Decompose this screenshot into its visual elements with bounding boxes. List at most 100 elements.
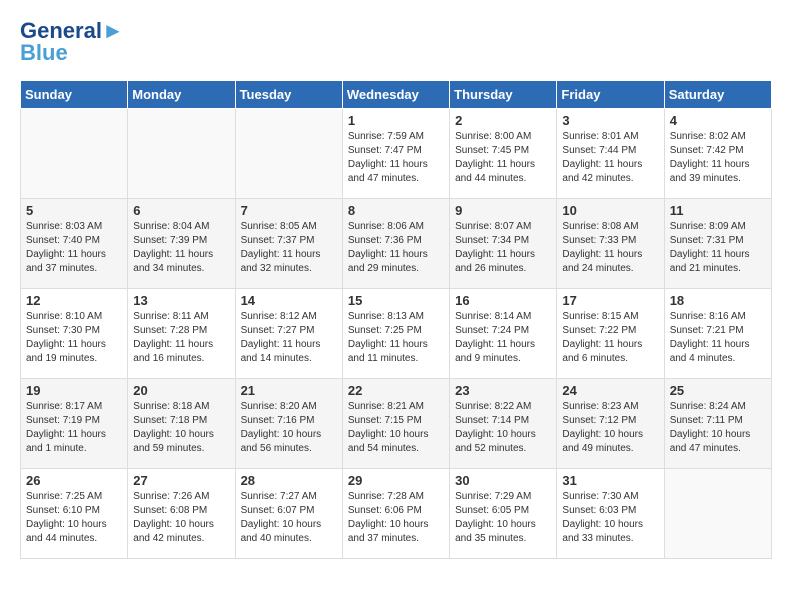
day-info: Sunrise: 8:23 AM Sunset: 7:12 PM Dayligh… xyxy=(562,400,658,456)
calendar-cell: 11 Sunrise: 8:09 AM Sunset: 7:31 PM Dayli… xyxy=(664,199,771,289)
day-info: Sunrise: 8:16 AM Sunset: 7:21 PM Dayligh… xyxy=(670,310,766,366)
header-day-wednesday: Wednesday xyxy=(342,81,449,109)
week-row-1: 1Sunrise: 7:59 AM Sunset: 7:47 PM Daylig… xyxy=(21,109,772,199)
header-day-tuesday: Tuesday xyxy=(235,81,342,109)
day-number: 18 xyxy=(670,293,766,308)
day-number: 3 xyxy=(562,113,658,128)
day-number: 8 xyxy=(348,203,444,218)
calendar-cell: 13 Sunrise: 8:11 AM Sunset: 7:28 PM Dayli… xyxy=(128,289,235,379)
day-info: Sunrise: 8:07 AM Sunset: 7:34 PM Dayligh… xyxy=(455,220,551,276)
day-number: 21 xyxy=(241,383,337,398)
day-number: 19 xyxy=(26,383,122,398)
calendar-cell: 30Sunrise: 7:29 AM Sunset: 6:05 PM Dayli… xyxy=(450,469,557,559)
calendar-cell xyxy=(128,109,235,199)
day-info: Sunrise: 8:12 AM Sunset: 7:27 PM Dayligh… xyxy=(241,310,337,366)
calendar-cell: 31 Sunrise: 7:30 AM Sunset: 6:03 PM Dayli… xyxy=(557,469,664,559)
day-info: Sunrise: 7:26 AM Sunset: 6:08 PM Dayligh… xyxy=(133,490,229,546)
calendar-cell xyxy=(21,109,128,199)
day-number: 4 xyxy=(670,113,766,128)
calendar-cell: 4Sunrise: 8:02 AM Sunset: 7:42 PM Daylig… xyxy=(664,109,771,199)
day-number: 6 xyxy=(133,203,229,218)
calendar-cell: 1Sunrise: 7:59 AM Sunset: 7:47 PM Daylig… xyxy=(342,109,449,199)
calendar-cell: 16 Sunrise: 8:14 AM Sunset: 7:24 PM Dayli… xyxy=(450,289,557,379)
logo-text: General► xyxy=(20,20,124,42)
day-info: Sunrise: 8:13 AM Sunset: 7:25 PM Dayligh… xyxy=(348,310,444,366)
calendar-cell: 21 Sunrise: 8:20 AM Sunset: 7:16 PM Dayli… xyxy=(235,379,342,469)
page-header: General► Blue xyxy=(20,20,772,64)
day-number: 28 xyxy=(241,473,337,488)
day-number: 10 xyxy=(562,203,658,218)
day-info: Sunrise: 8:09 AM Sunset: 7:31 PM Dayligh… xyxy=(670,220,766,276)
logo: General► Blue xyxy=(20,20,124,64)
logo-blue: Blue xyxy=(20,42,124,64)
calendar-cell: 19 Sunrise: 8:17 AM Sunset: 7:19 PM Dayli… xyxy=(21,379,128,469)
day-info: Sunrise: 8:00 AM Sunset: 7:45 PM Dayligh… xyxy=(455,130,551,186)
day-number: 27 xyxy=(133,473,229,488)
week-row-5: 26 Sunrise: 7:25 AM Sunset: 6:10 PM Dayli… xyxy=(21,469,772,559)
day-info: Sunrise: 7:59 AM Sunset: 7:47 PM Dayligh… xyxy=(348,130,444,186)
day-info: Sunrise: 7:29 AM Sunset: 6:05 PM Dayligh… xyxy=(455,490,551,546)
day-number: 24 xyxy=(562,383,658,398)
calendar-cell: 5 Sunrise: 8:03 AM Sunset: 7:40 PM Daylig… xyxy=(21,199,128,289)
calendar-cell: 25 Sunrise: 8:24 AM Sunset: 7:11 PM Dayli… xyxy=(664,379,771,469)
day-info: Sunrise: 8:14 AM Sunset: 7:24 PM Dayligh… xyxy=(455,310,551,366)
day-info: Sunrise: 8:03 AM Sunset: 7:40 PM Dayligh… xyxy=(26,220,122,276)
header-day-friday: Friday xyxy=(557,81,664,109)
day-number: 31 xyxy=(562,473,658,488)
day-info: Sunrise: 7:25 AM Sunset: 6:10 PM Dayligh… xyxy=(26,490,122,546)
day-info: Sunrise: 7:28 AM Sunset: 6:06 PM Dayligh… xyxy=(348,490,444,546)
day-info: Sunrise: 8:05 AM Sunset: 7:37 PM Dayligh… xyxy=(241,220,337,276)
day-number: 12 xyxy=(26,293,122,308)
day-number: 25 xyxy=(670,383,766,398)
day-info: Sunrise: 8:01 AM Sunset: 7:44 PM Dayligh… xyxy=(562,130,658,186)
day-info: Sunrise: 8:22 AM Sunset: 7:14 PM Dayligh… xyxy=(455,400,551,456)
calendar-cell: 28 Sunrise: 7:27 AM Sunset: 6:07 PM Dayli… xyxy=(235,469,342,559)
day-info: Sunrise: 8:06 AM Sunset: 7:36 PM Dayligh… xyxy=(348,220,444,276)
day-number: 5 xyxy=(26,203,122,218)
calendar-cell xyxy=(664,469,771,559)
calendar-cell: 29 Sunrise: 7:28 AM Sunset: 6:06 PM Dayli… xyxy=(342,469,449,559)
day-number: 20 xyxy=(133,383,229,398)
calendar-cell: 8 Sunrise: 8:06 AM Sunset: 7:36 PM Daylig… xyxy=(342,199,449,289)
day-info: Sunrise: 8:17 AM Sunset: 7:19 PM Dayligh… xyxy=(26,400,122,456)
calendar-cell: 18 Sunrise: 8:16 AM Sunset: 7:21 PM Dayli… xyxy=(664,289,771,379)
calendar-cell: 17Sunrise: 8:15 AM Sunset: 7:22 PM Dayli… xyxy=(557,289,664,379)
day-info: Sunrise: 8:08 AM Sunset: 7:33 PM Dayligh… xyxy=(562,220,658,276)
calendar-cell: 26 Sunrise: 7:25 AM Sunset: 6:10 PM Dayli… xyxy=(21,469,128,559)
calendar-cell: 14 Sunrise: 8:12 AM Sunset: 7:27 PM Dayli… xyxy=(235,289,342,379)
day-number: 22 xyxy=(348,383,444,398)
calendar-cell: 22 Sunrise: 8:21 AM Sunset: 7:15 PM Dayli… xyxy=(342,379,449,469)
calendar-cell: 20 Sunrise: 8:18 AM Sunset: 7:18 PM Dayli… xyxy=(128,379,235,469)
day-info: Sunrise: 8:24 AM Sunset: 7:11 PM Dayligh… xyxy=(670,400,766,456)
week-row-3: 12Sunrise: 8:10 AM Sunset: 7:30 PM Dayli… xyxy=(21,289,772,379)
day-info: Sunrise: 7:27 AM Sunset: 6:07 PM Dayligh… xyxy=(241,490,337,546)
calendar-cell xyxy=(235,109,342,199)
day-info: Sunrise: 8:20 AM Sunset: 7:16 PM Dayligh… xyxy=(241,400,337,456)
header-day-sunday: Sunday xyxy=(21,81,128,109)
day-info: Sunrise: 8:11 AM Sunset: 7:28 PM Dayligh… xyxy=(133,310,229,366)
header-day-monday: Monday xyxy=(128,81,235,109)
day-info: Sunrise: 7:30 AM Sunset: 6:03 PM Dayligh… xyxy=(562,490,658,546)
calendar-cell: 10 Sunrise: 8:08 AM Sunset: 7:33 PM Dayli… xyxy=(557,199,664,289)
day-number: 11 xyxy=(670,203,766,218)
calendar-cell: 6Sunrise: 8:04 AM Sunset: 7:39 PM Daylig… xyxy=(128,199,235,289)
day-info: Sunrise: 8:15 AM Sunset: 7:22 PM Dayligh… xyxy=(562,310,658,366)
day-number: 7 xyxy=(241,203,337,218)
week-row-2: 5 Sunrise: 8:03 AM Sunset: 7:40 PM Daylig… xyxy=(21,199,772,289)
day-number: 29 xyxy=(348,473,444,488)
day-number: 15 xyxy=(348,293,444,308)
day-info: Sunrise: 8:18 AM Sunset: 7:18 PM Dayligh… xyxy=(133,400,229,456)
calendar-cell: 2 Sunrise: 8:00 AM Sunset: 7:45 PM Daylig… xyxy=(450,109,557,199)
calendar-cell: 12Sunrise: 8:10 AM Sunset: 7:30 PM Dayli… xyxy=(21,289,128,379)
day-info: Sunrise: 8:21 AM Sunset: 7:15 PM Dayligh… xyxy=(348,400,444,456)
calendar-cell: 23Sunrise: 8:22 AM Sunset: 7:14 PM Dayli… xyxy=(450,379,557,469)
day-number: 14 xyxy=(241,293,337,308)
calendar-cell: 15 Sunrise: 8:13 AM Sunset: 7:25 PM Dayli… xyxy=(342,289,449,379)
calendar-cell: 24 Sunrise: 8:23 AM Sunset: 7:12 PM Dayli… xyxy=(557,379,664,469)
day-number: 26 xyxy=(26,473,122,488)
day-number: 13 xyxy=(133,293,229,308)
header-day-saturday: Saturday xyxy=(664,81,771,109)
day-number: 16 xyxy=(455,293,551,308)
header-day-thursday: Thursday xyxy=(450,81,557,109)
day-number: 2 xyxy=(455,113,551,128)
